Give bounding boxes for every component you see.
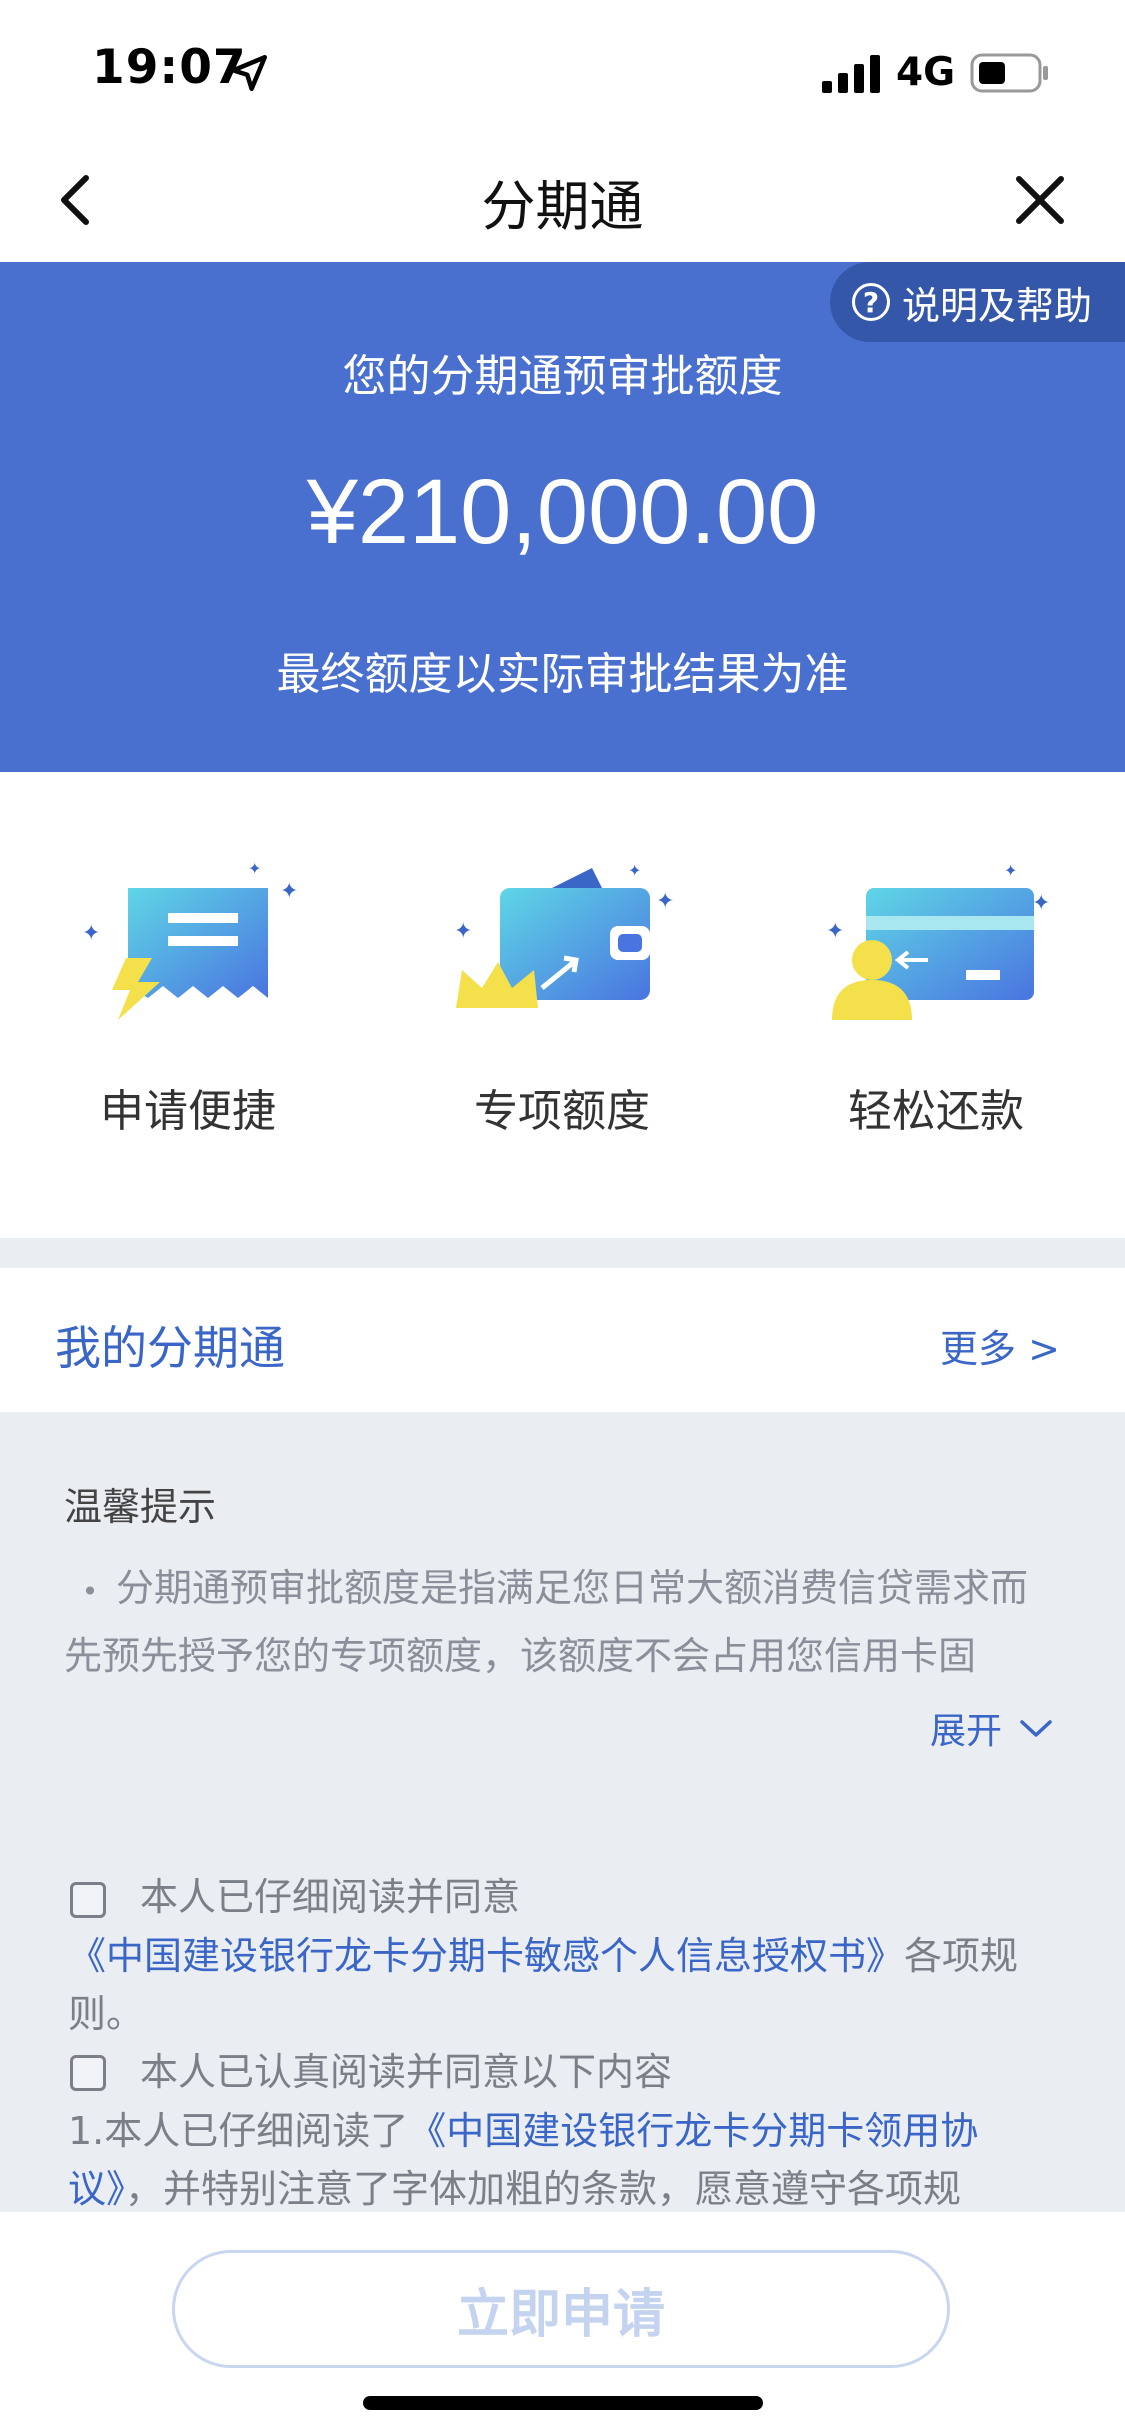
limit-amount: ¥210,000.00: [306, 461, 819, 563]
agreement-2-text: 1.本人已仔细阅读了《中国建设银行龙卡分期卡领用协议》，并特别注意了字体加粗的条…: [68, 2102, 1058, 2214]
apply-now-button[interactable]: 立即申请: [172, 2250, 950, 2368]
status-time: 19:07: [92, 40, 247, 95]
svg-text:✦: ✦: [454, 919, 472, 944]
agreement-2-prefix: 本人已认真阅读并同意以下内容: [140, 2050, 673, 2094]
agreement-1-prefix: 本人已仔细阅读并同意: [140, 1875, 521, 1919]
card-person-icon: ✦ ✦ ✦: [826, 861, 1050, 1020]
svg-text:✦: ✦: [656, 889, 674, 914]
svg-text:✦: ✦: [1004, 861, 1017, 880]
network-type: 4G: [896, 50, 956, 95]
svg-text:✦: ✦: [248, 859, 261, 878]
expand-label: 展开: [930, 1711, 1003, 1752]
home-indicator[interactable]: [363, 2396, 763, 2410]
my-installment-title: 我的分期通: [55, 1321, 285, 1375]
wallet-crown-icon: ✦ ✦ ✦: [454, 861, 674, 1008]
svg-text:✦: ✦: [628, 861, 641, 880]
expand-button[interactable]: 展开: [930, 1702, 1056, 1754]
agreement-checkbox-terms[interactable]: [70, 2055, 106, 2091]
receipt-lightning-icon: ✦ ✦ ✦: [82, 859, 298, 1020]
svg-text:✦: ✦: [280, 879, 298, 904]
question-circle-icon: ?: [852, 283, 890, 321]
feature-label-special-limit: 专项额度: [474, 1086, 650, 1137]
cellular-signal-icon: [822, 55, 880, 93]
section-divider: [0, 1238, 1125, 1268]
feature-label-easy-repay: 轻松还款: [848, 1086, 1024, 1137]
feature-label-convenient: 申请便捷: [100, 1086, 276, 1137]
page-title: 分期通: [481, 175, 644, 238]
limit-note: 最终额度以实际审批结果为准: [276, 649, 849, 700]
chevron-down-icon: [1020, 1720, 1052, 1737]
limit-label: 您的分期通预审批额度: [342, 351, 783, 402]
tips-bullet: •: [81, 1575, 99, 1608]
more-link[interactable]: 更多 >: [940, 1318, 1060, 1373]
tips-title: 温馨提示: [64, 1485, 217, 1529]
help-button[interactable]: ? 说明及帮助: [830, 262, 1125, 342]
agreement-2-line-prefix: 1.本人已仔细阅读了: [68, 2109, 409, 2153]
agreement-2-suffix: ，并特别注意了字体加粗的条款，愿意遵守各项规: [125, 2167, 962, 2211]
help-button-label: 说明及帮助: [902, 283, 1093, 328]
svg-text:✦: ✦: [1032, 891, 1050, 916]
authorization-link[interactable]: 《中国建设银行龙卡分期卡敏感个人信息授权书》: [68, 1934, 904, 1978]
battery-icon: [970, 53, 1048, 93]
agreement-checkbox-authorization[interactable]: [70, 1882, 106, 1918]
svg-text:✦: ✦: [826, 919, 844, 944]
agreement-1-text: 《中国建设银行龙卡分期卡敏感个人信息授权书》各项规则。: [68, 1927, 1058, 2043]
location-arrow-icon: [230, 54, 268, 92]
tips-text: • 分期通预审批额度是指满足您日常大额消费信贷需求而先预先授予您的专项额度，该额度…: [64, 1556, 1054, 1688]
close-icon[interactable]: [1005, 165, 1075, 235]
svg-text:✦: ✦: [82, 921, 100, 946]
tips-body: 分期通预审批额度是指满足您日常大额消费信贷需求而先预先授予您的专项额度，该额度不…: [64, 1566, 1029, 1678]
